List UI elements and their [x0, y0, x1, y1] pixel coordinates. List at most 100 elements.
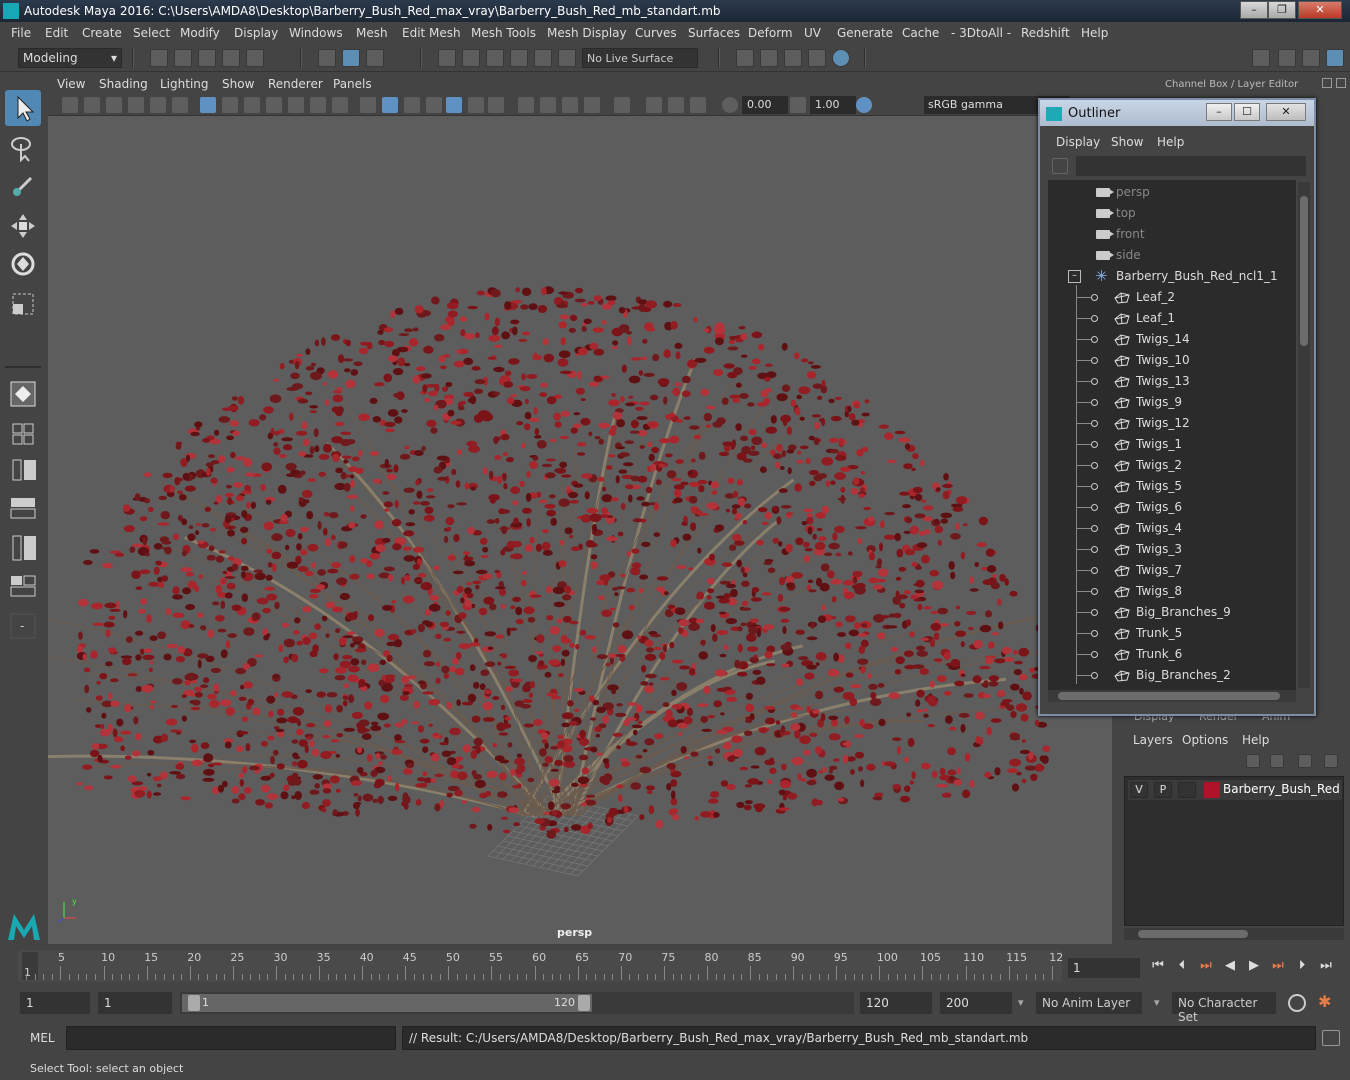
auto-key-icon[interactable] — [1288, 994, 1306, 1012]
expand-dot-icon[interactable] — [1091, 567, 1098, 574]
expand-dot-icon[interactable] — [1091, 525, 1098, 532]
use-default-material-icon[interactable] — [426, 97, 442, 113]
outliner-maximize-button[interactable]: ☐ — [1234, 103, 1260, 121]
grid-icon[interactable] — [200, 97, 216, 113]
menu-uv[interactable]: UV — [804, 26, 821, 40]
modeling-toolkit-icon[interactable] — [1252, 49, 1270, 67]
minimize-button[interactable]: – — [1240, 1, 1268, 19]
expand-dot-icon[interactable] — [1091, 462, 1098, 469]
collapse-toggle-icon[interactable]: – — [1068, 270, 1081, 283]
expand-dot-icon[interactable] — [1091, 609, 1098, 616]
grease-pencil-icon[interactable] — [172, 97, 188, 113]
render-frame-icon[interactable] — [760, 49, 778, 67]
outliner-item-mesh[interactable]: Big_Branches_2 — [1048, 665, 1296, 686]
snap-curve-icon[interactable] — [462, 49, 480, 67]
menu-curves[interactable]: Curves — [635, 26, 677, 40]
redo-icon[interactable] — [246, 49, 264, 67]
animation-preferences-icon[interactable]: ✱ — [1318, 992, 1340, 1014]
move-layer-down-icon[interactable] — [1270, 754, 1284, 768]
anti-aliasing-icon[interactable] — [562, 97, 578, 113]
menu-select[interactable]: Select — [133, 26, 170, 40]
layer-color-swatch[interactable] — [1204, 782, 1220, 798]
layer-row[interactable]: V P Barberry_Bush_Red — [1128, 780, 1342, 800]
menu-file[interactable]: File — [11, 26, 31, 40]
ambient-occlusion-icon[interactable] — [518, 97, 534, 113]
menu-mesh-display[interactable]: Mesh Display — [547, 26, 627, 40]
rotate-tool[interactable] — [5, 246, 41, 282]
persp-graph-layout[interactable] — [5, 490, 41, 526]
layer-help-menu[interactable]: Help — [1242, 733, 1269, 747]
step-back-frame-button[interactable]: ⏴ — [1172, 958, 1192, 976]
playback-start-field[interactable]: 1 — [98, 992, 172, 1014]
open-scene-icon[interactable] — [174, 49, 192, 67]
new-empty-layer-icon[interactable] — [1298, 754, 1312, 768]
outliner-item-mesh[interactable]: Twigs_7 — [1048, 560, 1296, 581]
outliner-item-mesh[interactable]: Twigs_1 — [1048, 434, 1296, 455]
outliner-item-mesh[interactable]: Twigs_9 — [1048, 392, 1296, 413]
four-view-layout[interactable] — [5, 416, 41, 452]
outliner-item-mesh[interactable]: Twigs_6 — [1048, 497, 1296, 518]
script-editor-icon[interactable] — [1322, 1030, 1340, 1046]
layer-visibility-toggle[interactable]: V — [1130, 782, 1148, 798]
menu-help[interactable]: Help — [1081, 26, 1108, 40]
expand-dot-icon[interactable] — [1091, 588, 1098, 595]
close-button[interactable]: ✕ — [1298, 1, 1342, 19]
select-object-icon[interactable] — [342, 49, 360, 67]
panel-menu-show[interactable]: Show — [222, 77, 254, 91]
expand-dot-icon[interactable] — [1091, 672, 1098, 679]
film-gate-icon[interactable] — [222, 97, 238, 113]
outliner-item-mesh[interactable]: Twigs_4 — [1048, 518, 1296, 539]
close-panel-icon[interactable] — [1336, 78, 1346, 88]
maximize-button[interactable]: ❐ — [1268, 1, 1296, 19]
snap-grid-icon[interactable] — [438, 49, 456, 67]
outliner-search-input[interactable] — [1076, 156, 1306, 176]
menu-3dtoall[interactable]: - 3DtoAll - — [951, 26, 1011, 40]
scroll-thumb[interactable] — [1058, 692, 1280, 700]
wireframe-on-shaded-icon[interactable] — [404, 97, 420, 113]
expand-dot-icon[interactable] — [1091, 630, 1098, 637]
panel-menu-view[interactable]: View — [57, 77, 85, 91]
lasso-tool[interactable] — [5, 130, 41, 166]
expand-dot-icon[interactable] — [1091, 420, 1098, 427]
render-view-icon[interactable] — [808, 49, 826, 67]
panel-menu-lighting[interactable]: Lighting — [160, 77, 209, 91]
expand-dot-icon[interactable] — [1091, 651, 1098, 658]
live-surface-field[interactable]: No Live Surface — [582, 48, 698, 68]
bush-model[interactable] — [48, 116, 1112, 944]
animation-end-field[interactable]: 200 — [940, 992, 1012, 1014]
anim-layer-dropdown[interactable]: No Anim Layer — [1036, 992, 1142, 1014]
color-management-icon[interactable] — [856, 97, 872, 113]
outliner-item-mesh[interactable]: Twigs_2 — [1048, 455, 1296, 476]
outliner-window[interactable]: Outliner – ☐ ✕ Display Show Help persp to… — [1038, 98, 1316, 716]
menu-display[interactable]: Display — [234, 26, 278, 40]
select-tool[interactable] — [5, 90, 41, 126]
menu-set-dropdown[interactable]: Modeling ▾ — [18, 48, 122, 68]
render-settings-icon[interactable] — [736, 49, 754, 67]
outliner-close-button[interactable]: ✕ — [1266, 103, 1306, 121]
go-to-start-button[interactable]: ⏮ — [1148, 958, 1168, 976]
menu-deform[interactable]: Deform — [748, 26, 793, 40]
xray-icon[interactable] — [646, 97, 662, 113]
camera-attributes-icon[interactable] — [84, 97, 100, 113]
range-slider-bar[interactable] — [182, 994, 592, 1012]
outliner-item-mesh[interactable]: Twigs_14 — [1048, 329, 1296, 350]
current-frame-field[interactable]: 1 — [1068, 958, 1140, 978]
chevron-down-icon[interactable]: ▾ — [1018, 996, 1024, 1009]
outliner-item-mesh[interactable]: Twigs_3 — [1048, 539, 1296, 560]
xray-active-icon[interactable] — [668, 97, 684, 113]
outliner-menu-display[interactable]: Display — [1056, 135, 1100, 149]
outliner-item-mesh[interactable]: Trunk_6 — [1048, 644, 1296, 665]
exposure-field[interactable]: 0.00 — [742, 96, 788, 114]
outliner-graph-layout[interactable] — [5, 530, 41, 566]
snap-view-plane-icon[interactable] — [510, 49, 528, 67]
range-slider[interactable]: 1 120 — [180, 992, 854, 1014]
bookmark-icon[interactable] — [106, 97, 122, 113]
depth-of-field-icon[interactable] — [584, 97, 600, 113]
snap-point-icon[interactable] — [486, 49, 504, 67]
more-layouts[interactable]: - — [5, 608, 41, 644]
safe-title-icon[interactable] — [332, 97, 348, 113]
textured-icon[interactable] — [446, 97, 462, 113]
go-to-end-button[interactable]: ⏭ — [1316, 958, 1336, 976]
camera-select-icon[interactable] — [62, 97, 78, 113]
menu-edit-mesh[interactable]: Edit Mesh — [402, 26, 461, 40]
